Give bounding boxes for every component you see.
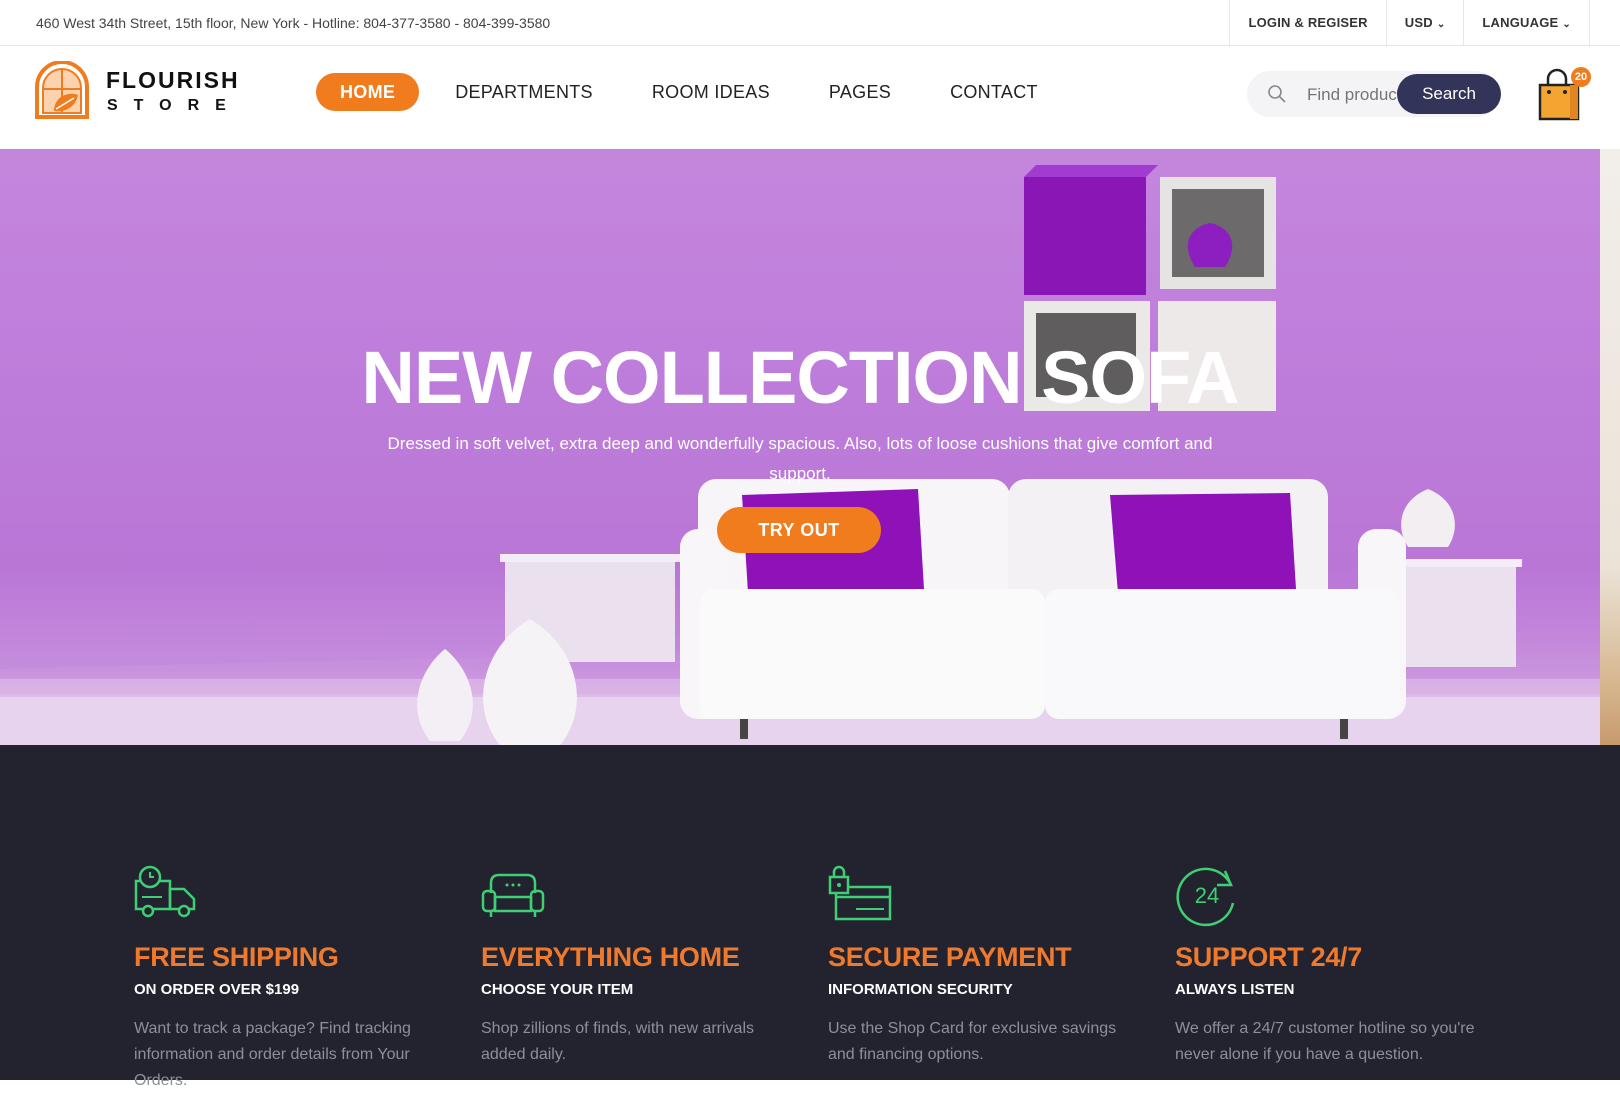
nav-item-home[interactable]: HOME xyxy=(316,73,420,111)
feature-subtitle: INFORMATION SECURITY xyxy=(828,981,1013,998)
feature-subtitle: CHOOSE YOUR ITEM xyxy=(481,981,634,998)
feature-description: Shop zillions of finds, with new arrival… xyxy=(481,1020,755,1063)
sofa-icon xyxy=(481,873,545,917)
chevron-down-icon: ⌄ xyxy=(1436,19,1446,30)
feature-description: Want to track a package? Find tracking i… xyxy=(134,1020,411,1089)
svg-text:24: 24 xyxy=(1195,883,1219,908)
feature-subtitle: ON ORDER OVER $199 xyxy=(134,981,300,998)
feature-support: 24 SUPPORT 24/7 ALWAYS LISTEN We offer a… xyxy=(1175,863,1495,1068)
store-address: 460 West 34th Street, 15th floor, New Yo… xyxy=(36,15,551,31)
main-nav: HOME DEPARTMENTS ROOM IDEAS PAGES CONTAC… xyxy=(316,73,1097,111)
feature-title: FREE SHIPPING xyxy=(134,942,339,972)
main-header: FLOURISH STORE HOME DEPARTMENTS ROOM IDE… xyxy=(0,47,1620,149)
top-bar-actions: LOGIN & REGISER USD ⌄ LANGUAGE ⌄ xyxy=(1229,0,1590,46)
hero-banner: NEW COLLECTION SOFA Dressed in soft velv… xyxy=(0,149,1600,745)
feature-free-shipping: FREE SHIPPING ON ORDER OVER $199 Want to… xyxy=(134,863,454,1094)
hero-subtitle: Dressed in soft velvet, extra deep and w… xyxy=(387,434,1213,483)
nav-item-pages[interactable]: PAGES xyxy=(829,73,891,111)
nav-item-departments[interactable]: DEPARTMENTS xyxy=(455,73,593,111)
search-icon xyxy=(1268,85,1286,103)
currency-label: USD xyxy=(1404,15,1433,30)
nav-item-room-ideas[interactable]: ROOM IDEAS xyxy=(652,73,770,111)
login-register-link[interactable]: LOGIN & REGISER xyxy=(1229,0,1385,46)
feature-description: We offer a 24/7 customer hotline so you'… xyxy=(1175,1020,1475,1063)
feature-description: Use the Shop Card for exclusive savings … xyxy=(828,1020,1117,1063)
chevron-down-icon: ⌄ xyxy=(1562,19,1571,30)
feature-secure-payment: SECURE PAYMENT INFORMATION SECURITY Use … xyxy=(828,863,1148,1068)
language-selector[interactable]: LANGUAGE ⌄ xyxy=(1463,0,1590,46)
window-leaf-logo-icon xyxy=(35,61,89,119)
feature-title: EVERYTHING HOME xyxy=(481,942,740,972)
delivery-truck-icon xyxy=(134,865,196,918)
nav-item-contact[interactable]: CONTACT xyxy=(950,73,1038,111)
top-bar: 460 West 34th Street, 15th floor, New Yo… xyxy=(0,0,1620,46)
search-bar: Search xyxy=(1247,71,1501,117)
try-out-button[interactable]: TRY OUT xyxy=(717,507,881,553)
logo-text-secondary: STORE xyxy=(107,97,242,114)
currency-selector[interactable]: USD ⌄ xyxy=(1385,0,1464,46)
cart-button[interactable]: 20 xyxy=(1535,65,1591,123)
feature-everything-home: EVERYTHING HOME CHOOSE YOUR ITEM Shop zi… xyxy=(481,863,801,1068)
logo-text-primary: FLOURISH xyxy=(106,67,240,93)
search-button[interactable]: Search xyxy=(1397,74,1501,114)
feature-title: SUPPORT 24/7 xyxy=(1175,942,1362,972)
support-24-icon: 24 xyxy=(1176,867,1235,927)
features-section: FREE SHIPPING ON ORDER OVER $199 Want to… xyxy=(0,745,1620,1089)
secure-card-icon xyxy=(828,865,892,921)
hero-next-slide-edge xyxy=(1600,149,1620,745)
feature-title: SECURE PAYMENT xyxy=(828,942,1072,972)
language-label: LANGUAGE xyxy=(1482,15,1559,30)
cart-count-badge: 20 xyxy=(1571,67,1591,87)
store-logo[interactable]: FLOURISH STORE xyxy=(34,61,244,123)
hero-title: NEW COLLECTION SOFA xyxy=(361,336,1239,419)
feature-subtitle: ALWAYS LISTEN xyxy=(1175,981,1295,998)
